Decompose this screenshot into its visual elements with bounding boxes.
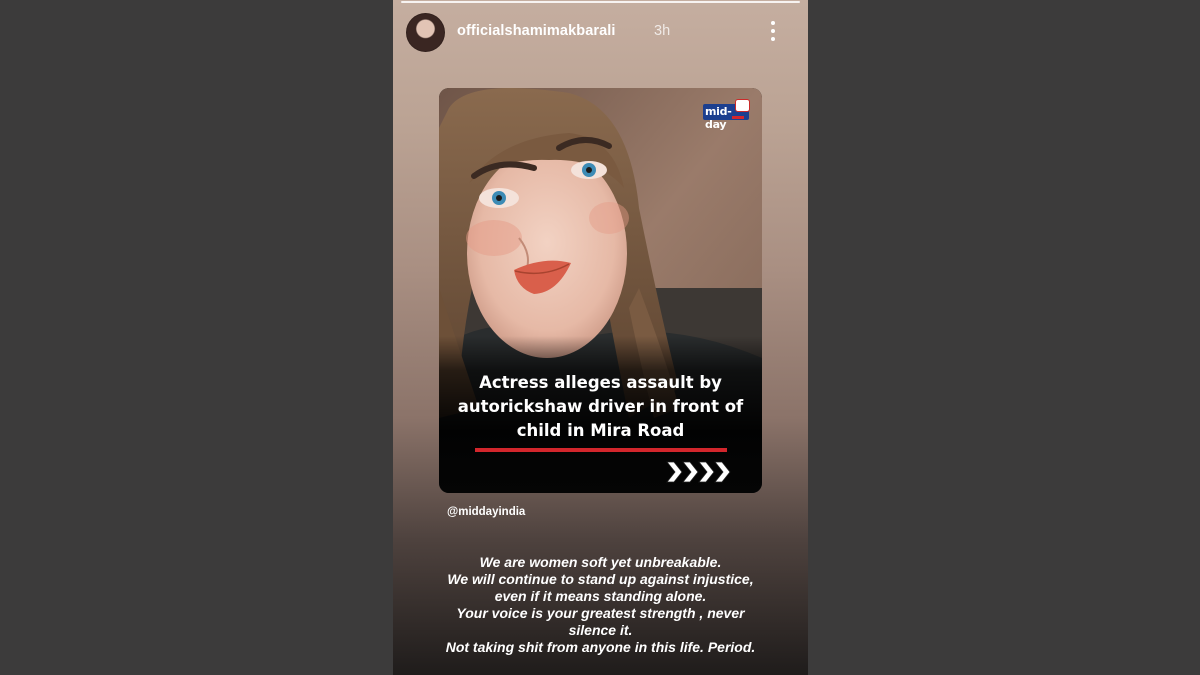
message-line: Not taking shit from anyone in this life… (445, 639, 756, 655)
headline-line: autorickshaw driver in front of (457, 397, 744, 416)
story-progress-bar (401, 1, 800, 3)
post-headline: Actress alleges assault by autorickshaw … (453, 371, 748, 443)
message-line: We are women soft yet unbreakable. (479, 554, 722, 570)
story-timestamp: 3h (654, 23, 671, 39)
story-message: We are women soft yet unbreakable. We wi… (393, 554, 808, 656)
story-username[interactable]: officialshamimakbarali (457, 23, 616, 39)
message-line: We will continue to stand up against inj… (447, 571, 754, 587)
shared-post-card[interactable]: mid-day Actress alleges assault by autor… (439, 88, 762, 493)
story-header: officialshamimakbarali 3h (406, 13, 796, 52)
more-options-icon[interactable] (768, 19, 778, 43)
viewer-backdrop: officialshamimakbarali 3h mid-day Actres… (0, 0, 1200, 675)
midday-logo: mid-day (703, 99, 750, 131)
headline-line: child in Mira Road (516, 421, 685, 440)
headline-underline (475, 448, 727, 452)
logo-underline (732, 116, 744, 119)
chevrons-right-icon[interactable] (665, 460, 731, 484)
instagram-story[interactable]: officialshamimakbarali 3h mid-day Actres… (393, 0, 808, 675)
profile-avatar[interactable] (406, 13, 445, 52)
message-line: silence it. (568, 622, 633, 638)
logo-bubble-icon (735, 99, 750, 112)
message-line: Your voice is your greatest strength , n… (456, 605, 745, 621)
message-line: even if it means standing alone. (494, 588, 707, 604)
headline-line: Actress alleges assault by (479, 373, 722, 392)
mention-sticker[interactable]: @middayindia (447, 506, 525, 518)
